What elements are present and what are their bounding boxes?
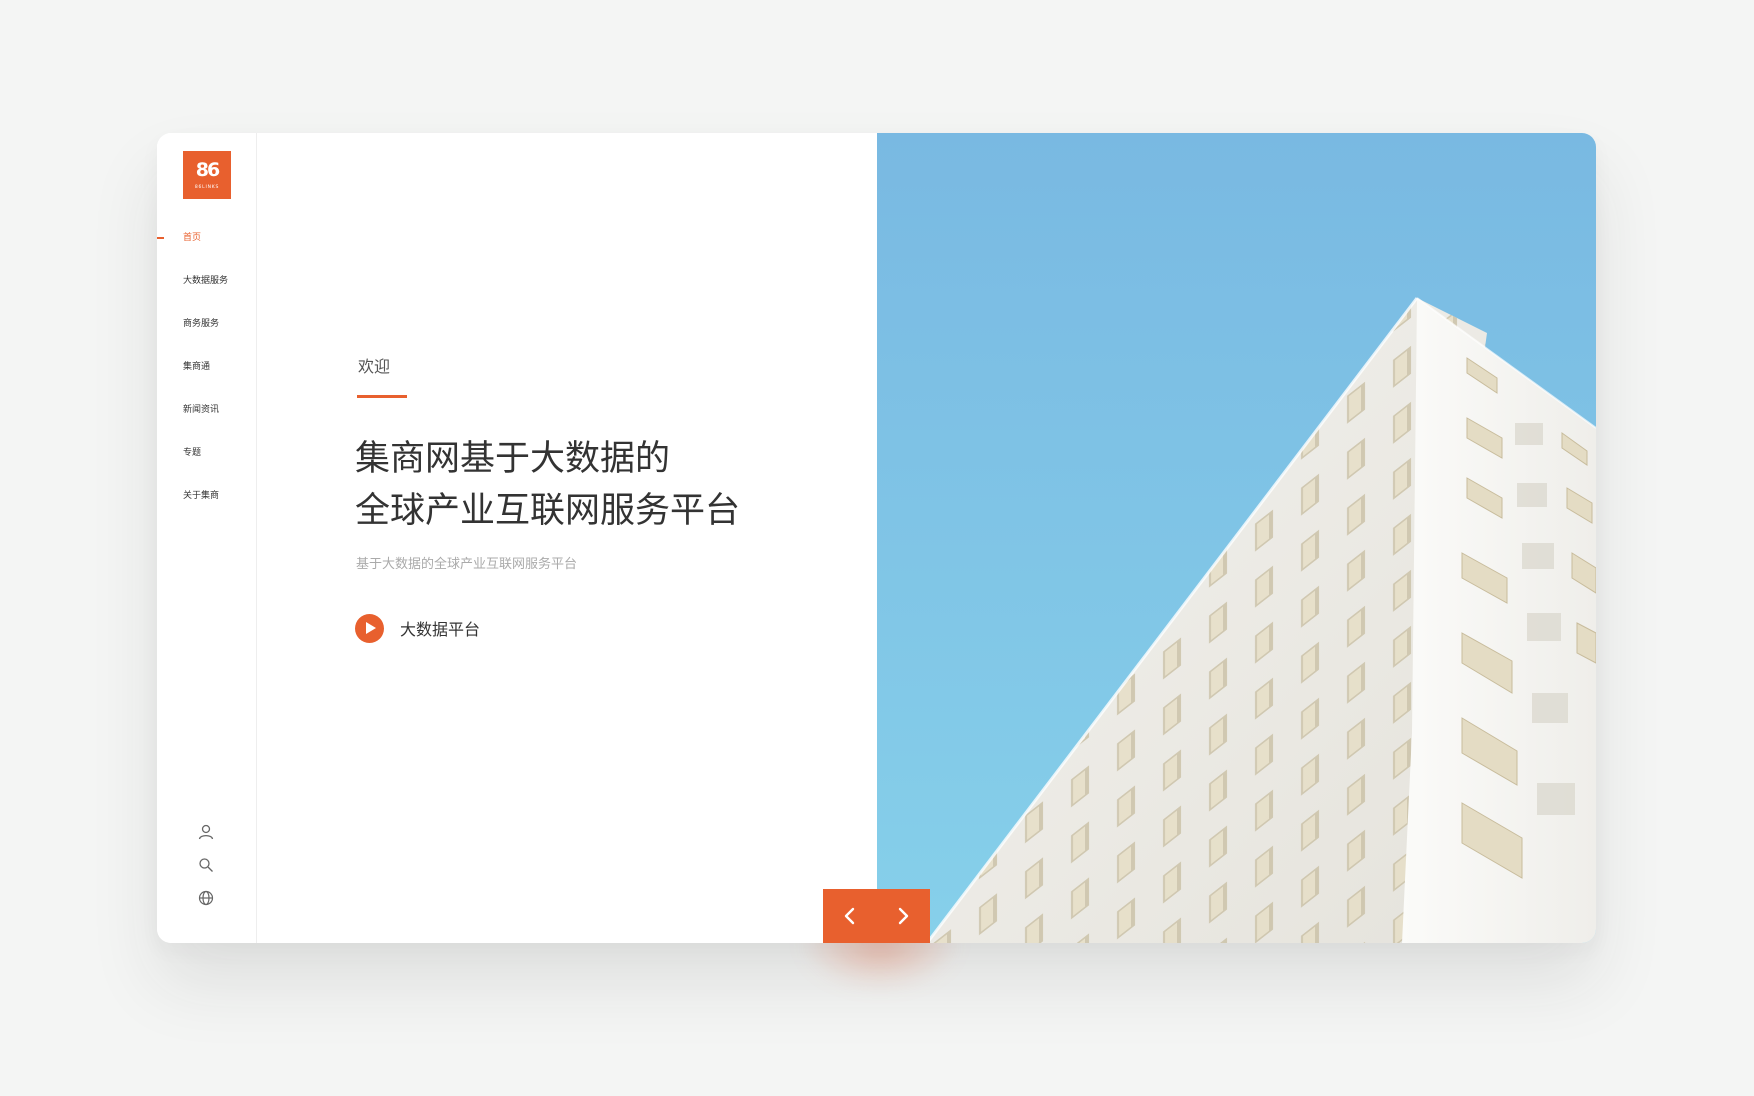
site-card: 86 86LINKS 首页 大数据服务 商务服务 集商通 新闻资讯 专题 关于集… [157, 133, 1596, 943]
play-icon [355, 613, 384, 643]
sidebar-item-news[interactable]: 新闻资讯 [157, 395, 257, 438]
big-data-platform-button[interactable]: 大数据平台 [355, 613, 480, 643]
sidebar-item-label: 专题 [183, 448, 202, 458]
sidebar-item-label: 首页 [183, 233, 202, 243]
hero-subtitle: 基于大数据的全球产业互联网服务平台 [356, 557, 578, 572]
chevron-left-icon [844, 907, 854, 925]
cta-label: 大数据平台 [400, 620, 481, 639]
hero-content: 欢迎 集商网基于大数据的 全球产业互联网服务平台 基于大数据的全球产业互联网服务… [257, 133, 877, 943]
sidebar-item-label: 新闻资讯 [183, 405, 220, 415]
sidebar-item-label: 商务服务 [183, 319, 220, 329]
hero-image [877, 133, 1596, 943]
logo-wordmark: 86LINKS [194, 185, 220, 190]
welcome-eyebrow: 欢迎 [358, 357, 391, 376]
carousel-next-button[interactable] [876, 889, 929, 943]
headline-line-1: 集商网基于大数据的 [355, 439, 671, 479]
sidebar-item-big-data-services[interactable]: 大数据服务 [157, 266, 257, 309]
headline-line-2: 全球产业互联网服务平台 [355, 491, 741, 531]
building-illustration [877, 133, 1596, 943]
sidebar-nav: 首页 大数据服务 商务服务 集商通 新闻资讯 专题 关于集商 [157, 223, 257, 524]
user-icon[interactable] [197, 823, 215, 841]
sidebar-item-topics[interactable]: 专题 [157, 438, 257, 481]
sidebar-item-label: 大数据服务 [183, 276, 229, 286]
sidebar-item-business-services[interactable]: 商务服务 [157, 309, 257, 352]
sidebar: 86 86LINKS 首页 大数据服务 商务服务 集商通 新闻资讯 专题 关于集… [157, 133, 257, 943]
brand-logo[interactable]: 86 86LINKS [183, 151, 231, 199]
globe-icon[interactable] [197, 889, 215, 907]
search-icon[interactable] [197, 856, 215, 874]
logo-mark: 86 [195, 159, 220, 181]
page: 86 86LINKS 首页 大数据服务 商务服务 集商通 新闻资讯 专题 关于集… [0, 0, 1754, 1096]
eyebrow-underline [357, 395, 407, 398]
sidebar-item-label: 关于集商 [183, 491, 220, 501]
carousel-controls [823, 889, 930, 943]
sidebar-item-home[interactable]: 首页 [157, 223, 257, 266]
chevron-right-icon [898, 907, 908, 925]
page-title: 集商网基于大数据的 全球产业互联网服务平台 [355, 433, 740, 537]
sidebar-item-label: 集商通 [183, 362, 211, 372]
carousel-prev-button[interactable] [823, 889, 876, 943]
sidebar-item-about[interactable]: 关于集商 [157, 481, 257, 524]
sidebar-item-jishangtong[interactable]: 集商通 [157, 352, 257, 395]
